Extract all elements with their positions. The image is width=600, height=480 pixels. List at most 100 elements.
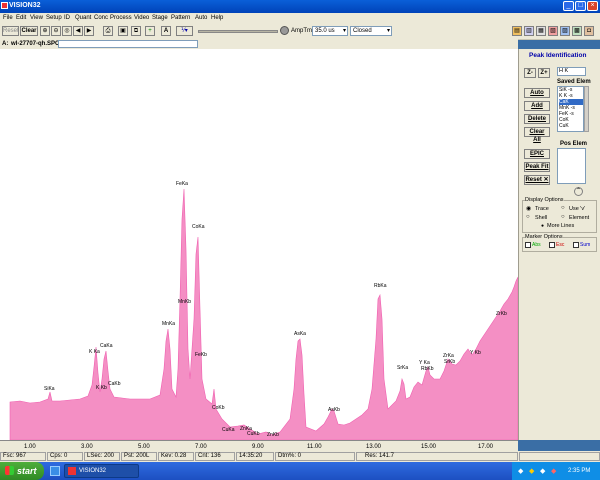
menu-video[interactable]: Video	[134, 15, 149, 21]
clear-button[interactable]: Clear	[20, 26, 38, 36]
menu-pattern[interactable]: Pattern	[171, 15, 190, 21]
more-lines-link[interactable]: More Lines	[547, 223, 574, 229]
spectrum-plot[interactable]: SiKa K Ka CaKa K Kb CaKb MnKa FeKa MnKb …	[0, 49, 518, 440]
peak-label: ZnKb	[267, 432, 279, 438]
close-button[interactable]: ×	[587, 1, 598, 11]
zoom-plus-button[interactable]: Z+	[538, 68, 550, 78]
zoom-out-icon[interactable]: ⊖	[51, 26, 61, 36]
menu-bar: File Edit View Setup ID Quant Conc Proce…	[0, 13, 600, 24]
sum-checkbox[interactable]	[573, 242, 579, 248]
element-radio[interactable]: ○	[561, 214, 565, 220]
table-icon[interactable]: ▦	[536, 26, 546, 36]
x-tick-label: 17.00	[478, 444, 494, 450]
amptime-slider[interactable]	[198, 30, 278, 33]
delete-button[interactable]: Delete	[524, 114, 550, 124]
grid-icon[interactable]: ▩	[572, 26, 582, 36]
text-label-button[interactable]: A	[161, 26, 171, 36]
amptime-icon	[280, 26, 289, 35]
tray-icon[interactable]: ◆	[551, 467, 556, 475]
shell-radio[interactable]: ○	[526, 214, 530, 220]
peak-label: Y Kb	[470, 350, 481, 356]
pos-elem-list[interactable]	[557, 148, 586, 184]
saved-elem-item[interactable]: CuK	[559, 123, 583, 129]
menu-process[interactable]: Process	[110, 15, 132, 21]
element-input[interactable]: H K	[557, 67, 586, 76]
file-bar: A: wl-27707-qh.SPC	[0, 39, 518, 49]
amptime-select[interactable]: 35.0 us ▾	[312, 26, 348, 36]
map-icon[interactable]: ▧	[548, 26, 558, 36]
saved-elem-label: Saved Elem	[557, 79, 591, 85]
marker-options-label: Marker Options	[525, 234, 563, 240]
x-axis: 1.00 3.00 5.00 7.00 9.00 11.00 13.00 15.…	[0, 440, 518, 451]
trace-radio[interactable]: ◉	[526, 205, 531, 212]
status-cnt: Cnt: 136	[195, 452, 235, 461]
scroll-left-icon[interactable]: ◀	[73, 26, 83, 36]
save-icon[interactable]: ▣	[118, 26, 128, 36]
add-icon[interactable]: +	[145, 26, 155, 36]
taskbar-button-vision32[interactable]: VISION32	[64, 464, 139, 478]
taskbar: start VISION32 ◆ ◆ ◆ ◆ 2:35 PM	[0, 462, 600, 480]
peak-label: CuKb	[247, 431, 260, 437]
x-tick-label: 7.00	[195, 444, 207, 450]
peak-fit-button[interactable]: Peak Fit	[524, 162, 550, 172]
zoom-reset-icon[interactable]: ◎	[62, 26, 72, 36]
print-icon[interactable]: ⎙	[103, 26, 113, 36]
zoom-minus-button[interactable]: Z-	[524, 68, 536, 78]
spectrum-trace	[9, 188, 518, 440]
library-icon[interactable]: ▤	[512, 26, 522, 36]
peak-label: FeKa	[176, 181, 188, 187]
mode-select[interactable]: Closed ▾	[350, 26, 392, 36]
toolbar: Reset Clear ⊕ ⊖ ◎ ◀ ▶ ⎙ ▣ ⧉ + A ⅟▾ AmpTm…	[0, 24, 600, 40]
auto-button[interactable]: Auto	[524, 88, 550, 98]
menu-edit[interactable]: Edit	[16, 15, 26, 21]
tray-icon[interactable]: ◆	[540, 467, 545, 475]
add-button[interactable]: Add	[524, 101, 550, 111]
peak-label: RbKb	[421, 366, 434, 372]
x-tick-label: 9.00	[252, 444, 264, 450]
maximize-button[interactable]: □	[575, 1, 586, 11]
menu-setup[interactable]: Setup	[46, 15, 62, 21]
overlay-icon[interactable]: ⧉	[131, 26, 141, 36]
menu-quant[interactable]: Quant	[75, 15, 91, 21]
menu-stage[interactable]: Stage	[152, 15, 168, 21]
menu-id[interactable]: ID	[64, 15, 70, 21]
tray-icon[interactable]: ◆	[518, 467, 523, 475]
quick-launch-icon[interactable]	[50, 466, 60, 476]
menu-view[interactable]: View	[30, 15, 43, 21]
use-v-checkbox[interactable]: ○	[561, 205, 565, 211]
file-comment-field[interactable]	[58, 40, 198, 48]
scroll-right-icon[interactable]: ▶	[84, 26, 94, 36]
peak-label: AsKb	[328, 407, 340, 413]
menu-file[interactable]: File	[3, 15, 13, 21]
peak-label: K Kb	[96, 385, 107, 391]
spectrum-svg[interactable]: SiKa K Ka CaKa K Kb CaKb MnKa FeKa MnKb …	[0, 49, 518, 440]
camera-icon[interactable]: ◘	[584, 26, 594, 36]
color-scale-icon[interactable]: ⅟▾	[176, 26, 193, 36]
saved-elem-list[interactable]: SiK -s K K -s CaK MnK -s FeK -s CoK CuK	[557, 86, 584, 132]
esc-checkbox[interactable]	[549, 242, 555, 248]
status-time: 14:35:20	[236, 452, 274, 461]
minimize-button[interactable]: _	[563, 1, 574, 11]
compare-icon[interactable]: ▥	[524, 26, 534, 36]
peak-id-panel: Peak Identification Z- Z+ H K Saved Elem…	[518, 49, 600, 440]
reset-button[interactable]: Reset ✕	[524, 175, 550, 185]
start-button[interactable]: start	[0, 462, 44, 480]
clear-all-button[interactable]: Clear All	[524, 127, 550, 143]
file-label: A:	[2, 41, 9, 47]
element-label: Element	[569, 215, 590, 221]
abs-checkbox[interactable]	[525, 242, 531, 248]
tray-icon[interactable]: ◆	[529, 467, 534, 475]
trace-label: Trace	[535, 206, 549, 212]
epic-button[interactable]: EPIC	[524, 149, 550, 159]
saved-elem-scrollbar[interactable]	[584, 86, 589, 132]
menu-help[interactable]: Help	[211, 15, 223, 21]
reset-button[interactable]: Reset	[2, 26, 19, 36]
menu-auto[interactable]: Auto	[195, 15, 207, 21]
zoom-in-icon[interactable]: ⊕	[40, 26, 50, 36]
peak-label: FeKb	[195, 352, 207, 358]
menu-conc[interactable]: Conc	[94, 15, 108, 21]
status-dtm: Dtm%: 0	[275, 452, 355, 461]
expand-icon[interactable]: ⌃	[574, 187, 583, 196]
image-icon[interactable]: ▨	[560, 26, 570, 36]
peak-label: MnKa	[162, 321, 175, 327]
